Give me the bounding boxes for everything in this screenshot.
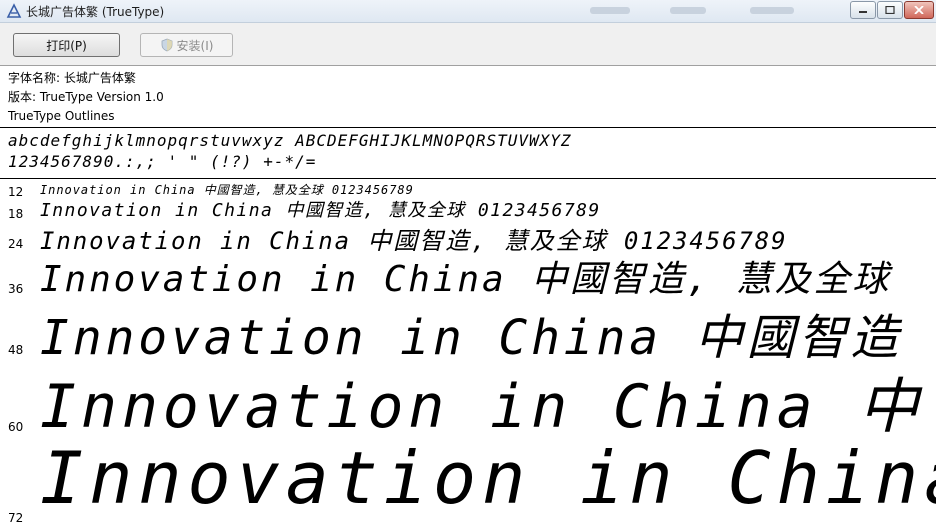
font-version: 版本: TrueType Version 1.0 (8, 90, 164, 104)
font-name: 字体名称: 长城广告体繁 (8, 71, 136, 85)
minimize-button[interactable] (850, 1, 876, 19)
charset-symbols: 1234567890.:,; ' " (!?) +-*/= (8, 152, 317, 171)
minimize-icon (859, 11, 867, 13)
font-info: 字体名称: 长城广告体繁 版本: TrueType Version 1.0 Tr… (8, 69, 164, 126)
sample-size-label: 72 (8, 511, 24, 525)
sample-size-label: 24 (8, 237, 24, 251)
install-button[interactable]: 安装(I) (140, 33, 233, 57)
print-button[interactable]: 打印(P) (13, 33, 120, 57)
close-button[interactable] (904, 1, 934, 19)
divider (0, 178, 936, 179)
title-bar: 长城广告体繁 (TrueType) (0, 0, 936, 23)
sample-size-label: 36 (8, 282, 24, 296)
font-viewer-icon (6, 3, 22, 18)
window-title: 长城广告体繁 (TrueType) (26, 5, 165, 19)
toolbar: 打印(P) 安装(I) (0, 23, 936, 66)
sample-size-label: 48 (8, 343, 24, 357)
shield-icon (161, 38, 172, 52)
font-outlines: TrueType Outlines (8, 109, 115, 123)
sample-size-label: 60 (8, 420, 24, 434)
maximize-button[interactable] (877, 1, 903, 19)
sample-text: Innovation in China 中 (40, 372, 924, 442)
print-button-label: 打印(P) (46, 38, 87, 53)
sample-size-label: 18 (8, 207, 24, 221)
divider (0, 127, 936, 128)
sample-text: Innovation in China 中國智造, 慧及全球 012345678… (40, 200, 601, 221)
sample-text: Innovation in China 中國智造, 慧及全球 (40, 259, 892, 300)
charset-letters: abcdefghijklmnopqrstuvwxyz ABCDEFGHIJKLM… (8, 131, 572, 150)
window-controls (849, 1, 934, 19)
sample-size-label: 12 (8, 185, 24, 199)
sample-text: Innovation in China (40, 436, 936, 520)
close-icon (914, 6, 924, 14)
install-button-label: 安装(I) (176, 38, 214, 53)
maximize-icon (885, 6, 895, 14)
